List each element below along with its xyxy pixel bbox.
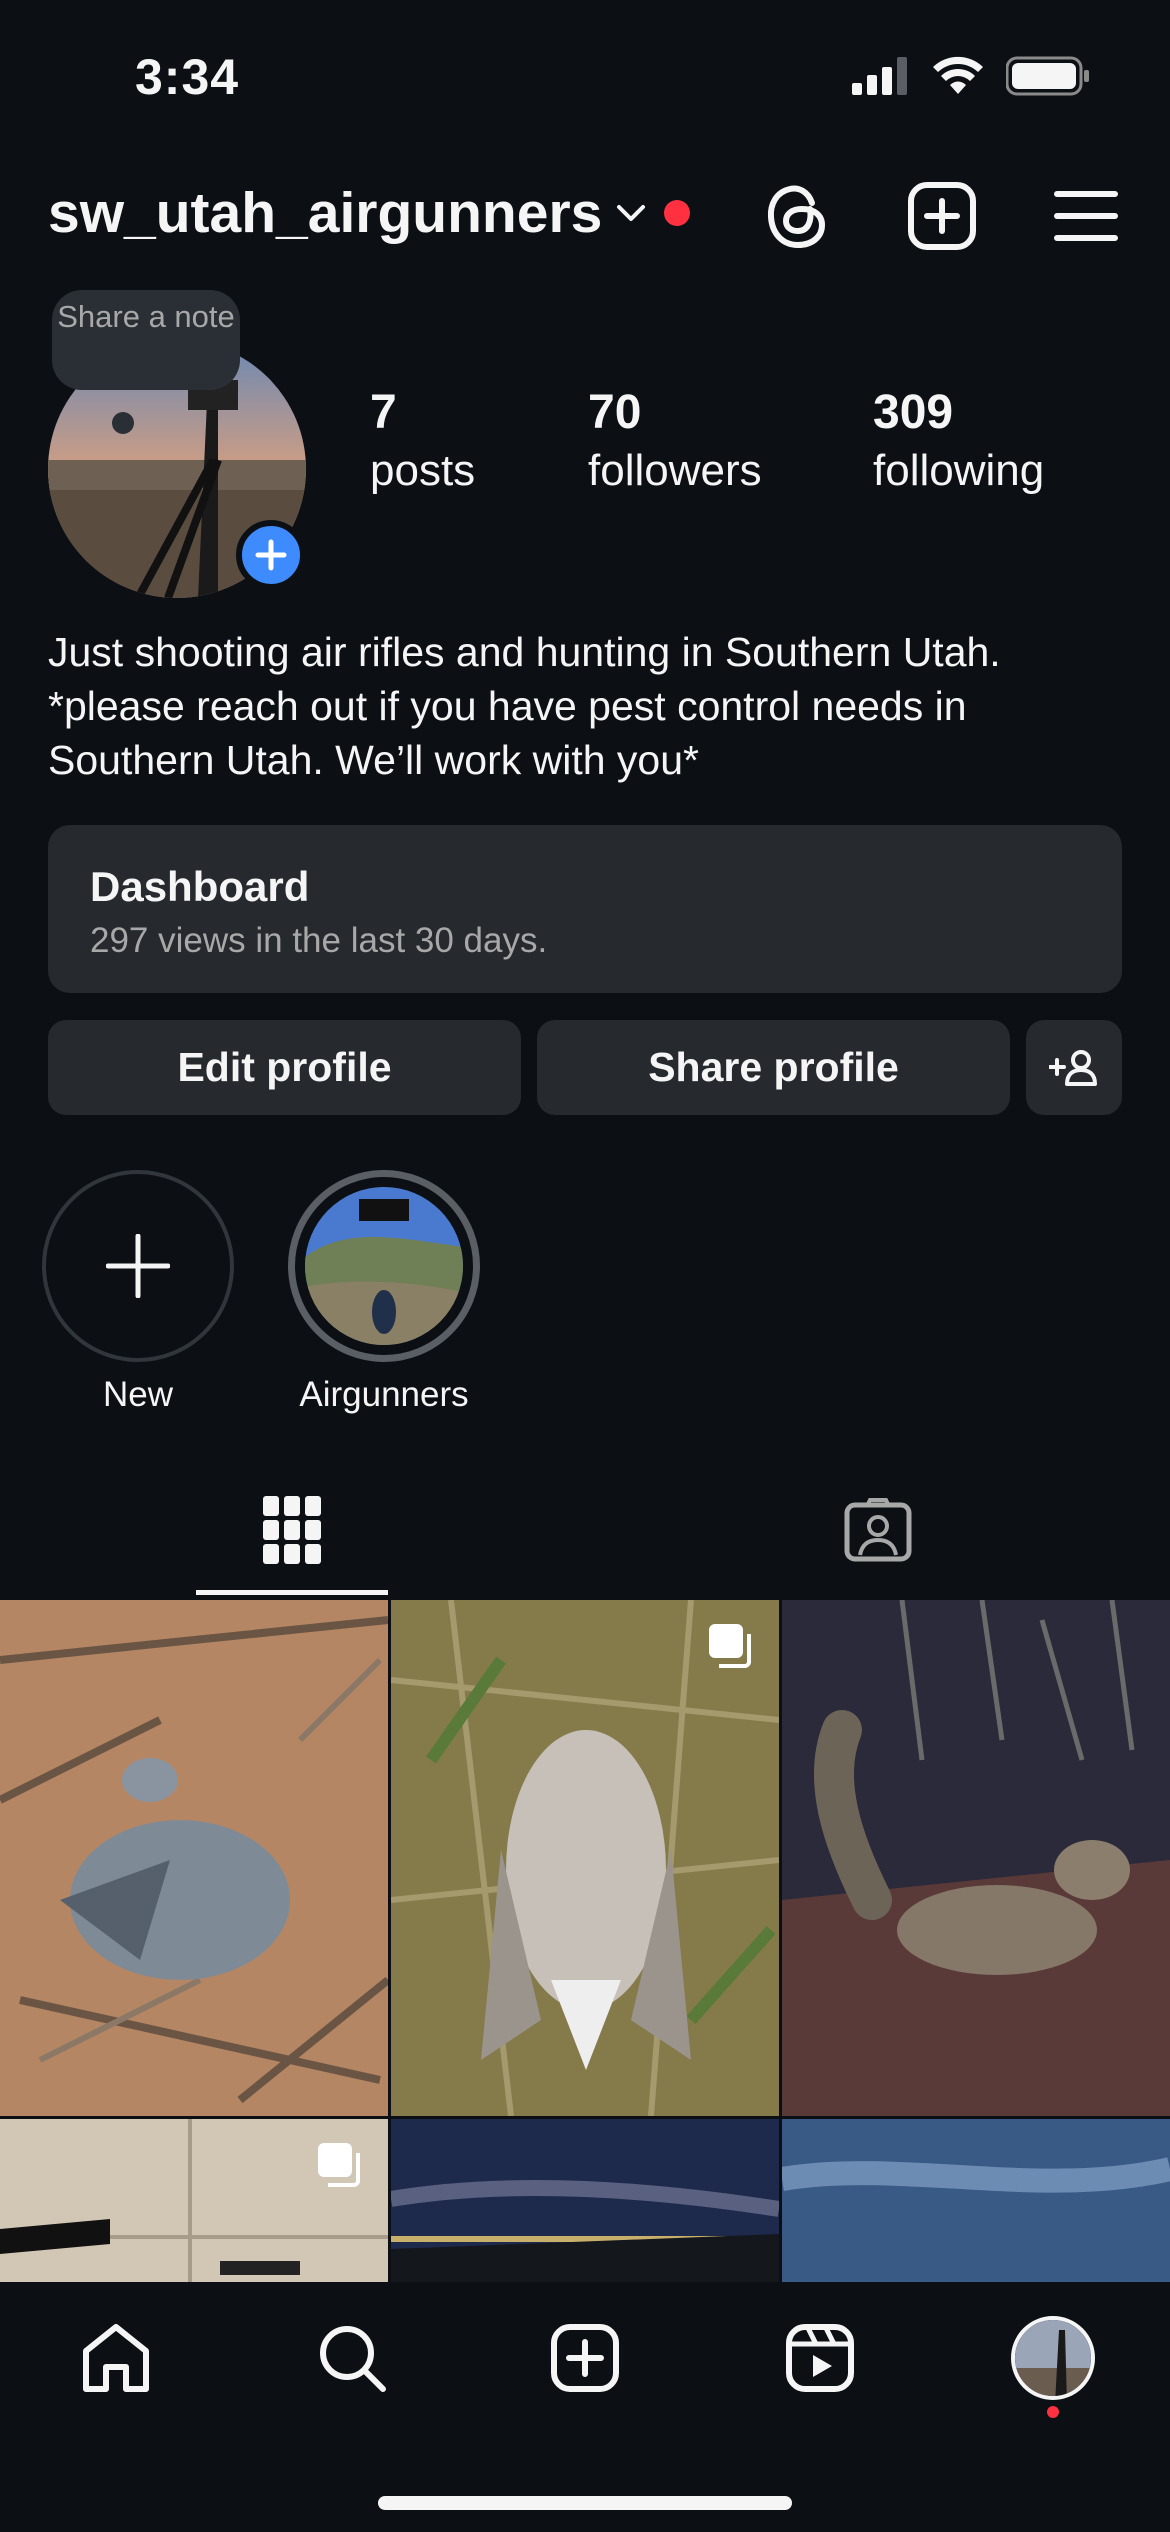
highlight-label: Airgunners xyxy=(299,1375,469,1414)
posts-count: 7 xyxy=(370,386,397,439)
followers-label: followers xyxy=(588,446,762,495)
bio-line: Southern Utah. We’ll work with you* xyxy=(48,737,699,783)
menu-button[interactable] xyxy=(1046,176,1126,256)
wifi-icon xyxy=(933,56,983,94)
multiple-photos-icon xyxy=(318,2143,360,2187)
note-bubble-tail xyxy=(112,412,134,434)
post-thumbnail xyxy=(782,1600,1170,2116)
following-stat[interactable]: 309 following xyxy=(873,385,1044,496)
plus-icon xyxy=(106,1234,170,1298)
highlight-airgunners[interactable] xyxy=(288,1170,480,1362)
add-person-icon xyxy=(1049,1049,1097,1086)
share-note-bubble[interactable]: Share a note xyxy=(52,290,240,390)
nav-search[interactable] xyxy=(312,2318,392,2398)
create-button[interactable] xyxy=(902,176,982,256)
username: sw_utah_airgunners xyxy=(48,181,603,245)
battery-icon xyxy=(1006,56,1089,96)
highlight-label: New xyxy=(102,1375,174,1414)
highlight-cover xyxy=(305,1187,463,1345)
account-switcher[interactable]: sw_utah_airgunners xyxy=(48,180,691,246)
active-tab-indicator xyxy=(196,1590,388,1595)
new-highlight-button[interactable] xyxy=(42,1170,234,1362)
chevron-down-icon xyxy=(617,205,646,221)
add-story-button[interactable] xyxy=(236,520,306,590)
following-label: following xyxy=(873,446,1045,495)
share-profile-button[interactable]: Share profile xyxy=(537,1020,1010,1115)
tab-posts-grid[interactable] xyxy=(252,1490,332,1570)
reels-icon xyxy=(786,2324,854,2392)
grid-post[interactable] xyxy=(391,1600,779,2116)
posts-label: posts xyxy=(370,446,476,495)
plus-square-icon xyxy=(551,2324,619,2392)
grid-icon xyxy=(263,1496,321,1564)
plus-icon xyxy=(255,539,287,571)
posts-stat[interactable]: 7 posts xyxy=(370,385,475,496)
dashboard-title: Dashboard xyxy=(90,863,310,910)
status-time: 3:34 xyxy=(135,49,240,105)
bio-line: *please reach out if you have pest contr… xyxy=(48,683,967,729)
post-thumbnail xyxy=(0,1600,388,2116)
following-count: 309 xyxy=(873,386,954,439)
search-icon xyxy=(320,2326,386,2392)
edit-profile-button[interactable]: Edit profile xyxy=(48,1020,521,1115)
bio-line: Just shooting air rifles and hunting in … xyxy=(48,629,1001,675)
status-icons xyxy=(852,56,1090,96)
profile-notification-dot xyxy=(1047,2406,1059,2418)
grid-post[interactable] xyxy=(782,1600,1170,2116)
nav-reels[interactable] xyxy=(780,2318,860,2398)
tagged-person-icon xyxy=(844,1498,912,1562)
home-indicator[interactable] xyxy=(378,2496,792,2510)
notification-dot xyxy=(664,200,691,226)
followers-count: 70 xyxy=(588,386,642,439)
cellular-signal-icon xyxy=(852,57,907,95)
nav-create[interactable] xyxy=(545,2318,625,2398)
followers-stat[interactable]: 70 followers xyxy=(588,385,762,496)
plus-square-icon xyxy=(908,182,976,250)
post-thumbnail xyxy=(391,1600,779,2116)
nav-home[interactable] xyxy=(76,2318,156,2398)
hamburger-menu-icon xyxy=(1054,191,1118,241)
home-icon xyxy=(83,2324,149,2392)
grid-post[interactable] xyxy=(0,1600,388,2116)
profile-bio: Just shooting air rifles and hunting in … xyxy=(48,625,1128,787)
professional-dashboard[interactable]: Dashboard 297 views in the last 30 days. xyxy=(48,825,1122,993)
discover-people-button[interactable] xyxy=(1026,1020,1122,1115)
multiple-photos-icon xyxy=(709,1624,751,1668)
nav-profile[interactable] xyxy=(1011,2316,1095,2400)
dashboard-subtitle: 297 views in the last 30 days. xyxy=(90,921,548,960)
threads-icon xyxy=(767,185,826,249)
tab-tagged[interactable] xyxy=(838,1490,918,1570)
threads-button[interactable] xyxy=(758,176,838,256)
